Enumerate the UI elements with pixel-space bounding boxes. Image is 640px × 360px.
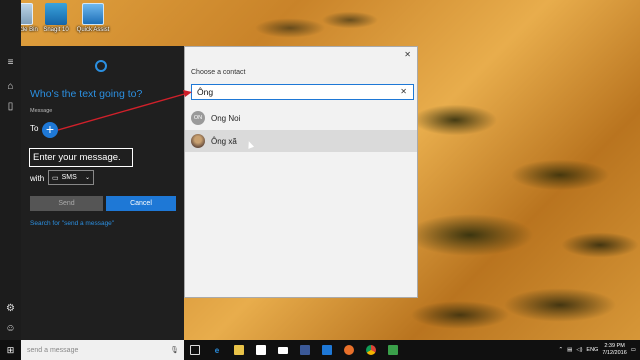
add-contact-button[interactable]: + [42,122,58,138]
taskbar-mail[interactable] [272,340,294,360]
taskbar-search-text: send a message [27,346,79,354]
message-label: Message [30,108,53,114]
volume-icon[interactable]: ◁) [576,347,582,353]
cortana-rail: ≡ ⌂ ▯ ⚙ ☺ [0,0,21,340]
network-icon[interactable]: ▤ [567,347,572,353]
to-label: To [30,124,39,133]
microphone-icon[interactable]: 🎙 [170,346,179,354]
close-icon[interactable]: ✕ [404,50,411,59]
task-view-icon [190,345,200,355]
clock[interactable]: 2:39 PM 7/12/2016 [602,343,626,357]
page-title: Who's the text going to? [30,88,143,100]
contact-item[interactable]: Ông xã [185,130,417,152]
message-field[interactable]: Enter your message. [29,148,133,167]
feedback-icon[interactable]: ☺ [4,322,17,335]
sms-label: SMS [61,174,77,181]
app-icon [388,345,398,355]
taskbar-chrome[interactable] [360,340,382,360]
home-icon[interactable]: ⌂ [4,80,17,93]
desktop-icon-snagit[interactable]: Snagit 10 [36,3,76,33]
taskbar-edge[interactable]: e [206,340,228,360]
chevron-up-icon[interactable]: ⌃ [559,347,564,353]
taskbar-app-blue[interactable] [316,340,338,360]
notebook-icon[interactable]: ▯ [4,100,17,113]
cortana-circle-icon [95,60,107,72]
send-button[interactable]: Send [30,196,103,211]
task-view-button[interactable] [184,340,206,360]
avatar [191,134,205,148]
clock-date: 7/12/2016 [602,350,627,356]
avatar: ON [191,111,205,125]
quick-assist-icon [82,3,104,25]
contact-item[interactable]: ON Ong Noi [185,107,417,129]
system-tray: ⌃ ▤ ◁) ENG 2:39 PM 7/12/2016 ▭ [559,343,640,357]
facebook-icon [300,345,310,355]
taskbar-search-box[interactable]: send a message 🎙 [21,340,184,360]
taskbar: ⊞ send a message 🎙 e ⌃ ▤ ◁) ENG 2:39 PM … [0,340,640,360]
sms-dropdown[interactable]: ▭ SMS ⌄ [48,170,94,185]
chevron-down-icon: ⌄ [84,175,90,181]
chrome-icon [366,345,376,355]
clock-time: 2:39 PM [604,343,625,349]
notifications-icon[interactable]: ▭ [631,347,636,353]
gear-icon[interactable]: ⚙ [4,302,17,315]
hamburger-icon[interactable]: ≡ [4,56,17,69]
folder-icon [234,345,244,355]
firefox-icon [344,345,354,355]
clear-icon[interactable]: ✕ [400,87,407,96]
desktop-icon-label: Snagit 10 [43,27,69,33]
taskbar-file-explorer[interactable] [228,340,250,360]
language-indicator[interactable]: ENG [586,347,598,353]
taskbar-facebook[interactable] [294,340,316,360]
contact-name: Ong Noi [211,113,241,123]
search-web-link[interactable]: Search for "send a message" [30,220,114,227]
cancel-button[interactable]: Cancel [106,196,176,211]
edge-icon: e [214,345,220,355]
contact-search-input[interactable]: Ông ✕ [191,84,414,100]
store-icon [256,345,266,355]
desktop-icon-quick-assist[interactable]: Quick Assist [73,3,113,33]
desktop-icon-label: Quick Assist [76,27,110,33]
with-label: with [30,174,45,183]
app-icon [322,345,332,355]
contact-name: Ông xã [211,136,237,146]
dialog-title: Choose a contact [191,69,246,76]
contact-search-value: Ông [197,87,214,97]
contact-chooser-dialog: ✕ Choose a contact Ông ✕ ON Ong Noi Ông … [184,46,418,298]
snagit-icon [45,3,67,25]
taskbar-app-green[interactable] [382,340,404,360]
message-icon: ▭ [52,174,59,182]
taskbar-store[interactable] [250,340,272,360]
mail-icon [278,346,288,354]
windows-start-button[interactable]: ⊞ [0,340,21,360]
taskbar-firefox[interactable] [338,340,360,360]
